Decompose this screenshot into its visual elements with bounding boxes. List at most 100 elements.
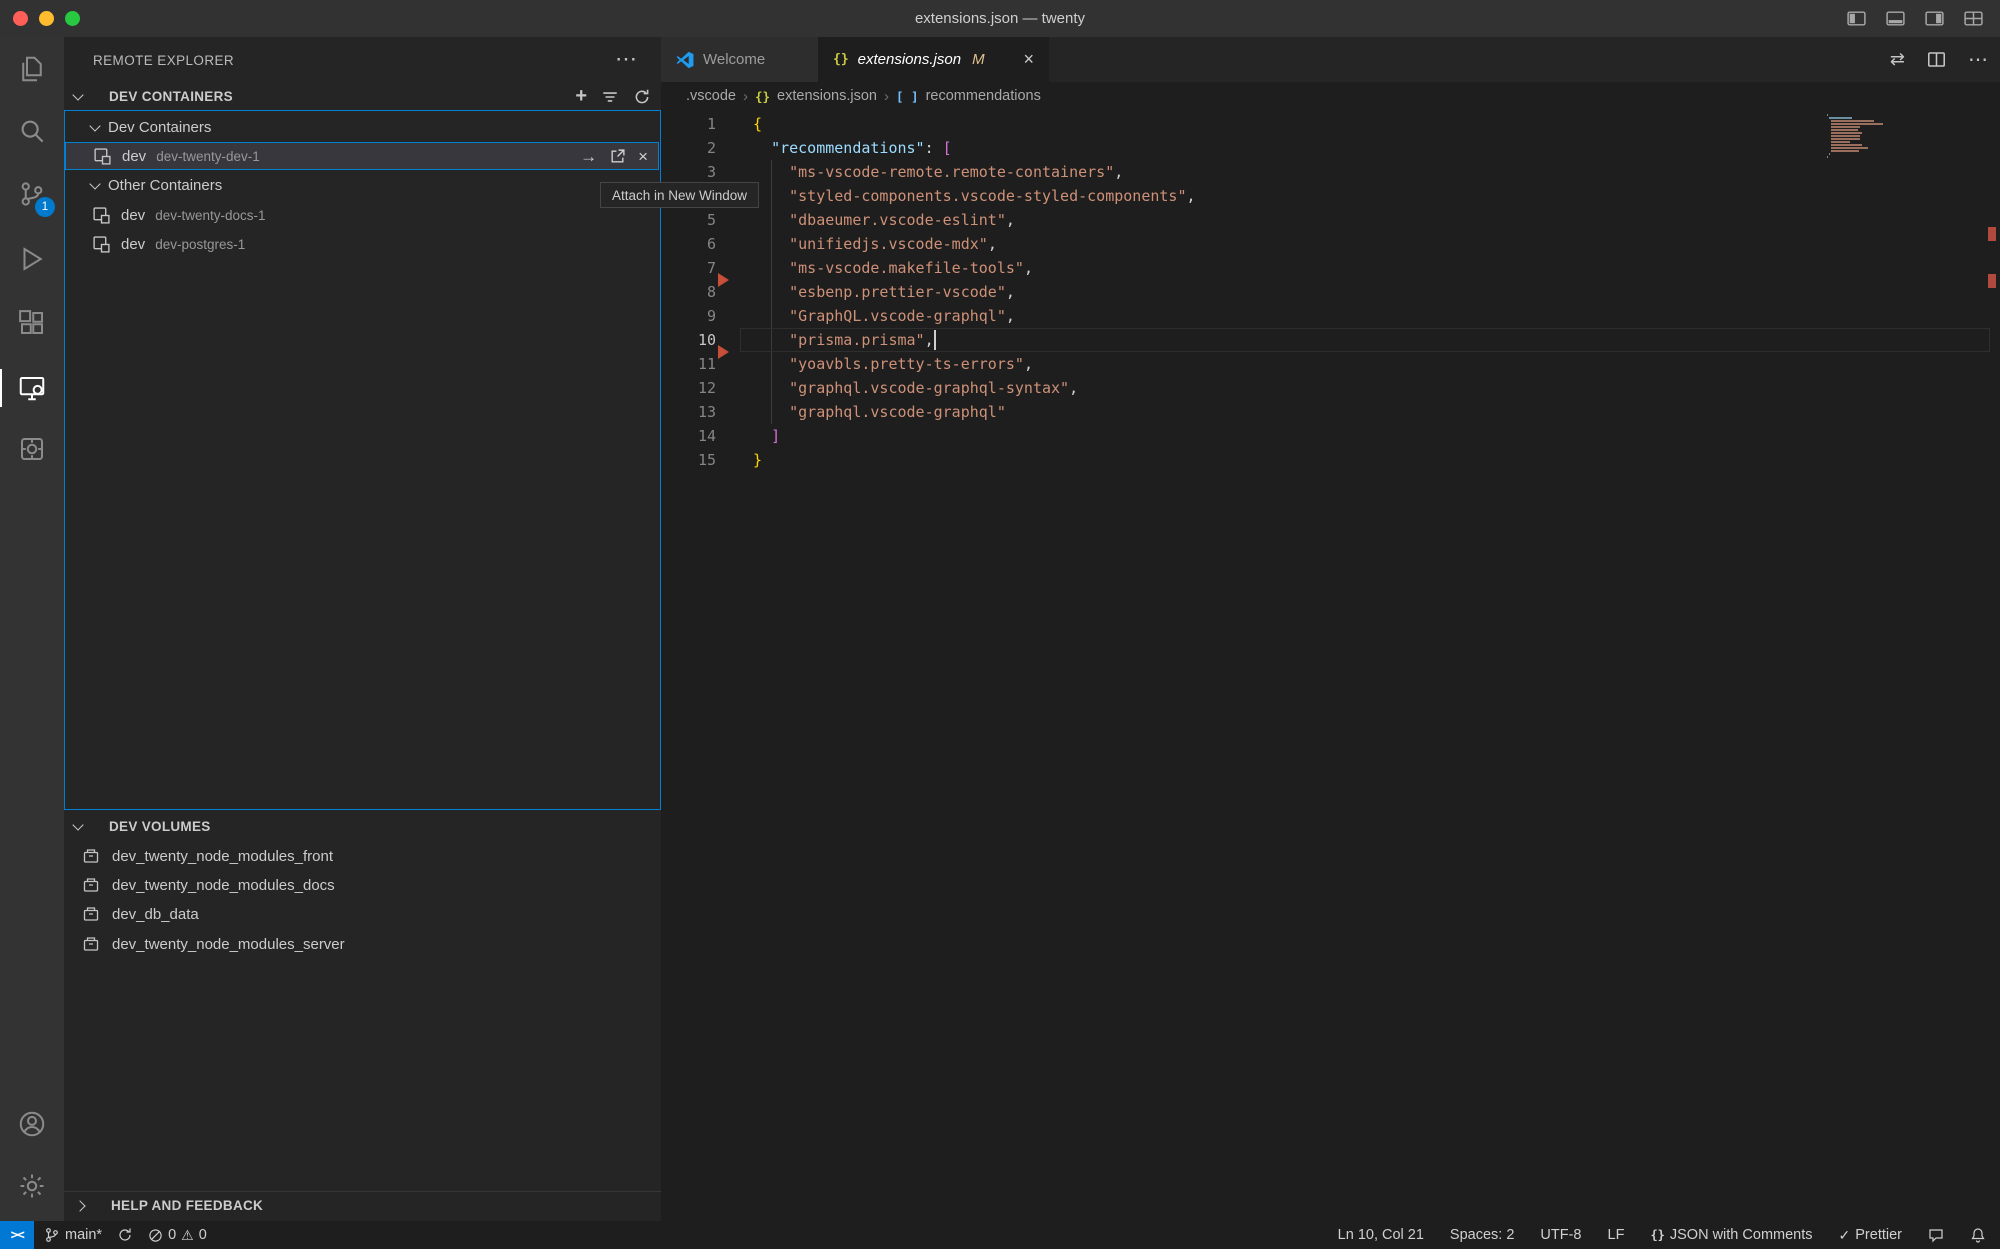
breadcrumb-file[interactable]: extensions.json bbox=[777, 88, 877, 104]
container-item-icon bbox=[92, 206, 111, 225]
container-description: dev-twenty-docs-1 bbox=[155, 208, 265, 223]
section-dev-volumes[interactable]: DEV VOLUMES bbox=[64, 813, 661, 840]
sidebar-item-remote-explorer[interactable] bbox=[0, 358, 64, 418]
tree-group-label: Dev Containers bbox=[108, 119, 211, 136]
code-line-12[interactable]: 12 "graphql.vscode-graphql-syntax", bbox=[661, 376, 2000, 400]
section-dev-containers[interactable]: DEV CONTAINERS + bbox=[64, 83, 661, 110]
minimap-line bbox=[1829, 117, 1852, 119]
breadcrumb-symbol[interactable]: recommendations bbox=[926, 88, 1041, 104]
code-text: "styled-components.vscode-styled-compone… bbox=[753, 184, 1196, 208]
tab-extensions-json[interactable]: {} extensions.json M × bbox=[818, 37, 1049, 82]
breadcrumb[interactable]: .vscode › {} extensions.json › [ ] recom… bbox=[661, 82, 2000, 110]
bell-icon[interactable] bbox=[1970, 1227, 1986, 1243]
code-line-13[interactable]: 13 "graphql.vscode-graphql" bbox=[661, 400, 2000, 424]
remote-indicator[interactable]: >< bbox=[0, 1221, 34, 1249]
eol-item[interactable]: LF bbox=[1608, 1227, 1625, 1243]
attach-to-container-icon[interactable]: → bbox=[580, 148, 597, 165]
window-title: extensions.json — twenty bbox=[0, 0, 2000, 37]
branch-label: main* bbox=[65, 1227, 102, 1243]
extensions-icon bbox=[17, 308, 47, 338]
filter-list-icon[interactable] bbox=[601, 88, 619, 106]
code-line-15[interactable]: 15} bbox=[661, 448, 2000, 472]
line-number: 8 bbox=[661, 280, 716, 304]
attach-in-new-window-icon[interactable] bbox=[609, 148, 626, 165]
sidebar-item-explorer[interactable] bbox=[0, 39, 64, 99]
sidebar-item-source-control[interactable]: 1 bbox=[0, 164, 64, 224]
code-text: ] bbox=[753, 424, 780, 448]
chevron-down-icon bbox=[72, 89, 83, 100]
code-text: "graphql.vscode-graphql" bbox=[753, 400, 1006, 424]
split-editor-icon[interactable] bbox=[1927, 50, 1946, 69]
toggle-secondary-sidebar-icon[interactable] bbox=[1924, 8, 1945, 29]
volume-item[interactable]: dev_twenty_node_modules_front bbox=[65, 842, 659, 870]
tree-group-dev-containers[interactable]: Dev Containers bbox=[65, 113, 659, 141]
cursor-position-item[interactable]: Ln 10, Col 21 bbox=[1338, 1227, 1424, 1243]
sidebar-remote-explorer: REMOTE EXPLORER ⋯ DEV CONTAINERS + Dev C… bbox=[64, 37, 661, 1221]
sidebar-item-search[interactable] bbox=[0, 101, 64, 161]
tab-bar: Welcome {} extensions.json M × ⇄ ⋯ bbox=[661, 37, 2000, 82]
code-text: "ms-vscode.makefile-tools", bbox=[753, 256, 1033, 280]
sidebar-item-dev-containers[interactable] bbox=[0, 419, 64, 479]
code-line-7[interactable]: 7 "ms-vscode.makefile-tools", bbox=[661, 256, 2000, 280]
line-number: 6 bbox=[661, 232, 716, 256]
volume-item[interactable]: dev_twenty_node_modules_server bbox=[65, 930, 659, 958]
sidebar-item-extensions[interactable] bbox=[0, 293, 64, 353]
refresh-icon[interactable] bbox=[633, 88, 651, 106]
git-branch-item[interactable]: main* bbox=[44, 1227, 102, 1243]
section-help-and-feedback[interactable]: HELP AND FEEDBACK bbox=[64, 1191, 661, 1219]
vscode-window: extensions.json — twenty bbox=[0, 0, 2000, 1249]
volume-label: dev_db_data bbox=[112, 906, 199, 923]
tree-item-dev-twenty-docs-1[interactable]: dev dev-twenty-docs-1 bbox=[65, 201, 659, 229]
volume-label: dev_twenty_node_modules_server bbox=[112, 936, 345, 953]
tab-welcome[interactable]: Welcome bbox=[661, 37, 818, 82]
sidebar-item-settings[interactable] bbox=[0, 1156, 64, 1216]
problems-item[interactable]: 0 ⚠ 0 bbox=[148, 1227, 207, 1243]
minimap[interactable] bbox=[1827, 114, 1895, 159]
code-line-3[interactable]: 3 "ms-vscode-remote.remote-containers", bbox=[661, 160, 2000, 184]
line-number: 3 bbox=[661, 160, 716, 184]
sidebar-item-run-debug[interactable] bbox=[0, 229, 64, 289]
toggle-panel-icon[interactable] bbox=[1885, 8, 1906, 29]
code-line-6[interactable]: 6 "unifiedjs.vscode-mdx", bbox=[661, 232, 2000, 256]
tree-item-dev-postgres-1[interactable]: dev dev-postgres-1 bbox=[65, 230, 659, 258]
code-line-11[interactable]: 11 "yoavbls.pretty-ts-errors", bbox=[661, 352, 2000, 376]
vscode-logo-icon bbox=[676, 51, 694, 69]
toggle-primary-sidebar-icon[interactable] bbox=[1846, 8, 1867, 29]
new-dev-container-button[interactable]: + bbox=[575, 85, 587, 108]
code-line-1[interactable]: 1{ bbox=[661, 112, 2000, 136]
breadcrumb-separator: › bbox=[743, 88, 748, 105]
code-line-14[interactable]: 14 ] bbox=[661, 424, 2000, 448]
sync-changes-icon[interactable] bbox=[117, 1227, 133, 1243]
breadcrumb-folder[interactable]: .vscode bbox=[686, 88, 736, 104]
more-actions-icon[interactable]: ⋯ bbox=[1968, 47, 1988, 72]
line-number: 9 bbox=[661, 304, 716, 328]
errors-icon bbox=[148, 1228, 163, 1243]
code-line-4[interactable]: 4 "styled-components.vscode-styled-compo… bbox=[661, 184, 2000, 208]
open-changes-icon[interactable]: ⇄ bbox=[1890, 49, 1905, 70]
code-text: "yoavbls.pretty-ts-errors", bbox=[753, 352, 1033, 376]
code-text: "recommendations": [ bbox=[753, 136, 952, 160]
git-deleted-lines-marker[interactable] bbox=[718, 345, 729, 359]
tree-item-dev-twenty-dev-1[interactable]: dev dev-twenty-dev-1 → × bbox=[65, 142, 659, 170]
volume-icon bbox=[82, 876, 100, 894]
close-tab-icon[interactable]: × bbox=[1023, 49, 1034, 70]
volume-item[interactable]: dev_twenty_node_modules_docs bbox=[65, 871, 659, 899]
language-mode-item[interactable]: {} JSON with Comments bbox=[1650, 1227, 1812, 1243]
formatter-item[interactable]: ✓ Prettier bbox=[1839, 1227, 1902, 1244]
volume-item[interactable]: dev_db_data bbox=[65, 900, 659, 928]
tree-group-other-containers[interactable]: Other Containers bbox=[65, 171, 659, 199]
code-line-10[interactable]: 10 "prisma.prisma", bbox=[661, 328, 2000, 352]
remove-container-icon[interactable]: × bbox=[638, 148, 648, 165]
sidebar-more-actions-icon[interactable]: ⋯ bbox=[615, 45, 637, 73]
feedback-icon[interactable] bbox=[1928, 1227, 1944, 1243]
code-line-2[interactable]: 2 "recommendations": [ bbox=[661, 136, 2000, 160]
git-deleted-lines-marker[interactable] bbox=[718, 273, 729, 287]
line-number: 12 bbox=[661, 376, 716, 400]
code-line-9[interactable]: 9 "GraphQL.vscode-graphql", bbox=[661, 304, 2000, 328]
sidebar-item-accounts[interactable] bbox=[0, 1094, 64, 1154]
code-line-8[interactable]: 8 "esbenp.prettier-vscode", bbox=[661, 280, 2000, 304]
customize-layout-icon[interactable] bbox=[1963, 8, 1984, 29]
indentation-item[interactable]: Spaces: 2 bbox=[1450, 1227, 1515, 1243]
encoding-item[interactable]: UTF-8 bbox=[1540, 1227, 1581, 1243]
code-line-5[interactable]: 5 "dbaeumer.vscode-eslint", bbox=[661, 208, 2000, 232]
